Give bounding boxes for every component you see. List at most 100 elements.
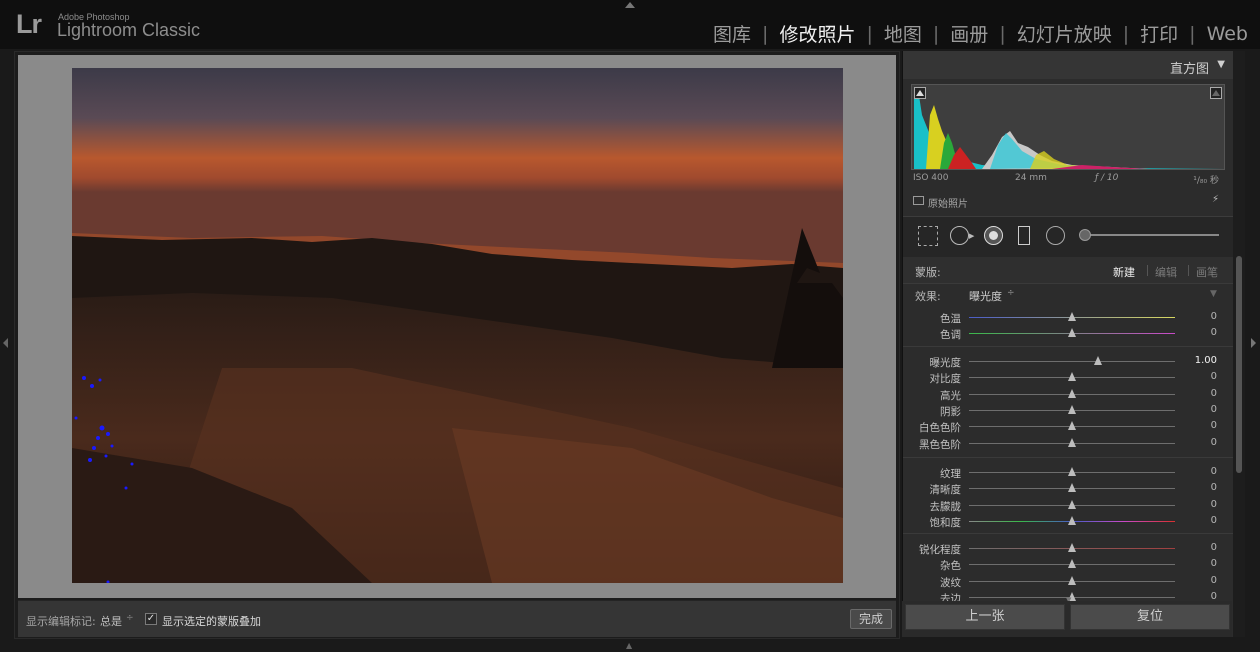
effect-row: 效果: 曝光度 ÷ ▼	[903, 285, 1233, 303]
photo-canvas	[18, 55, 896, 598]
mask-edit-button[interactable]: 编辑	[1155, 264, 1177, 280]
slider-thumb[interactable]	[1068, 312, 1076, 321]
module-tab[interactable]: 画册	[950, 20, 988, 47]
graduated-filter-icon[interactable]	[1018, 226, 1030, 245]
slider-value[interactable]: 0	[1177, 404, 1217, 415]
slider-label: 曝光度	[929, 357, 962, 369]
module-tab[interactable]: 图库	[713, 20, 751, 47]
right-panel-toggle-icon[interactable]	[1251, 338, 1256, 348]
select-caret-icon[interactable]: ÷	[1007, 288, 1015, 298]
slider-row: 色温 0	[903, 309, 1233, 325]
histogram-graph	[911, 84, 1225, 170]
tool-strip: ▶	[903, 216, 1233, 258]
slider-label: 去朦胧	[929, 500, 962, 513]
slider-value[interactable]: 0	[1177, 420, 1217, 431]
divider	[1147, 265, 1148, 276]
slider-row: 饱和度 0	[903, 513, 1233, 529]
camera-info: ISO 400 24 mm ƒ / 10 ¹/₈₀ 秒	[913, 173, 1223, 187]
collapse-icon[interactable]: ▼	[1210, 289, 1217, 299]
slider-thumb[interactable]	[1068, 328, 1076, 338]
original-photo-checkbox[interactable]	[913, 196, 924, 205]
slider-thumb[interactable]	[1068, 483, 1076, 493]
slider-group-divider	[903, 533, 1233, 534]
slider-track[interactable]	[969, 361, 1175, 362]
show-overlay-checkbox[interactable]: ✓	[145, 613, 157, 625]
app-title: Lightroom Classic	[57, 20, 201, 40]
slider-value[interactable]: 0	[1177, 542, 1217, 553]
slider-thumb[interactable]	[1068, 543, 1076, 552]
slider-label: 饱和度	[929, 516, 962, 529]
slider-group-divider	[903, 346, 1233, 347]
slider-thumb[interactable]	[1068, 575, 1076, 585]
slider-value[interactable]: 0	[1177, 327, 1217, 338]
slider-row: 锐化程度 0	[903, 540, 1233, 556]
slider-value[interactable]: 0	[1177, 575, 1217, 586]
slider-thumb[interactable]	[1068, 404, 1076, 414]
scrollbar-thumb[interactable]	[1236, 256, 1242, 473]
module-tab[interactable]: Web	[1207, 23, 1248, 45]
slider-value[interactable]: 0	[1177, 388, 1217, 399]
slider-value[interactable]: 0	[1177, 515, 1217, 526]
slider-thumb[interactable]	[1068, 388, 1076, 398]
slider-value[interactable]: 0	[1177, 371, 1217, 382]
module-separator: |	[866, 22, 873, 45]
highlight-clipping-toggle[interactable]	[1210, 87, 1222, 99]
shadow-clipping-toggle[interactable]	[914, 87, 926, 99]
slider-row: 杂色 0	[903, 556, 1233, 572]
slider-thumb[interactable]	[1068, 372, 1076, 382]
slider-value[interactable]: 1.00	[1177, 355, 1217, 366]
photo-preview[interactable]	[72, 68, 843, 583]
aperture-value: ƒ / 10	[1095, 173, 1119, 183]
crop-overlay-icon[interactable]	[918, 226, 938, 246]
slider-value[interactable]: 0	[1177, 311, 1217, 322]
slider-thumb[interactable]	[1068, 437, 1076, 447]
select-caret-icon[interactable]: ÷	[126, 613, 134, 623]
original-photo-toggle[interactable]: 原始照片 ⚡	[911, 194, 1223, 210]
slider-thumb[interactable]	[1068, 421, 1076, 431]
slider-label: 对比度	[929, 373, 962, 386]
module-separator: |	[999, 22, 1006, 45]
right-panel-scrollbar[interactable]	[1233, 51, 1245, 637]
red-eye-icon[interactable]	[984, 226, 1003, 245]
module-picker: 图库 | 修改照片 | 地图 | 画册 | 幻灯片放映 | 打印 | Web	[713, 20, 1248, 47]
slider-thumb[interactable]	[1068, 559, 1076, 569]
adjustment-brush-icon[interactable]	[1079, 229, 1091, 241]
slider-thumb[interactable]	[1068, 515, 1076, 525]
slider-thumb[interactable]	[1093, 356, 1102, 365]
slider-value[interactable]: 0	[1177, 466, 1217, 477]
slider-thumb[interactable]	[1068, 467, 1076, 476]
slider-label: 纹理	[940, 468, 961, 480]
previous-button[interactable]: 上一张	[905, 604, 1065, 630]
radial-filter-icon[interactable]	[1046, 226, 1065, 245]
histogram-header[interactable]: 直方图 ▼	[903, 51, 1233, 79]
top-panel-toggle-icon[interactable]	[625, 2, 635, 8]
mask-new-button[interactable]: 新建	[1113, 264, 1135, 280]
slider-label: 白色色阶	[919, 422, 961, 435]
spot-removal-icon[interactable]	[950, 226, 969, 245]
slider-value[interactable]: 0	[1177, 482, 1217, 493]
slider-row: 曝光度 1.00	[903, 353, 1233, 369]
effect-preset-select[interactable]: 曝光度	[969, 288, 1002, 304]
slider-label: 高光	[940, 389, 961, 402]
module-tab[interactable]: 地图	[884, 20, 922, 47]
mask-brush-button[interactable]: 画笔	[1196, 264, 1218, 280]
slider-value[interactable]: 0	[1177, 558, 1217, 569]
show-edit-pins-select[interactable]: 总是	[100, 613, 122, 629]
slider-value[interactable]: 0	[1177, 437, 1217, 448]
collapse-icon[interactable]: ▼	[1217, 59, 1225, 70]
slider-row: 白色色阶 0	[903, 418, 1233, 434]
show-overlay-label[interactable]: 显示选定的蒙版叠加	[162, 613, 261, 629]
slider-thumb[interactable]	[1068, 499, 1076, 509]
left-panel-toggle-icon[interactable]	[3, 338, 8, 348]
smart-preview-icon: ⚡	[1211, 194, 1219, 205]
slider-value[interactable]: 0	[1177, 499, 1217, 510]
identity-plate: Lr Adobe Photoshop Lightroom Classic 图库 |…	[0, 0, 1260, 49]
module-tab[interactable]: 幻灯片放映	[1017, 20, 1112, 47]
module-tab[interactable]: 打印	[1140, 20, 1178, 47]
reset-button[interactable]: 复位	[1070, 604, 1230, 630]
done-button[interactable]: 完成	[850, 609, 892, 629]
slider-label: 锐化程度	[919, 544, 961, 556]
module-tab[interactable]: 修改照片	[779, 20, 855, 47]
bottom-panel-toggle-icon[interactable]: ▲	[626, 641, 632, 650]
mask-row: 蒙版: 新建 编辑 画笔	[903, 257, 1233, 284]
